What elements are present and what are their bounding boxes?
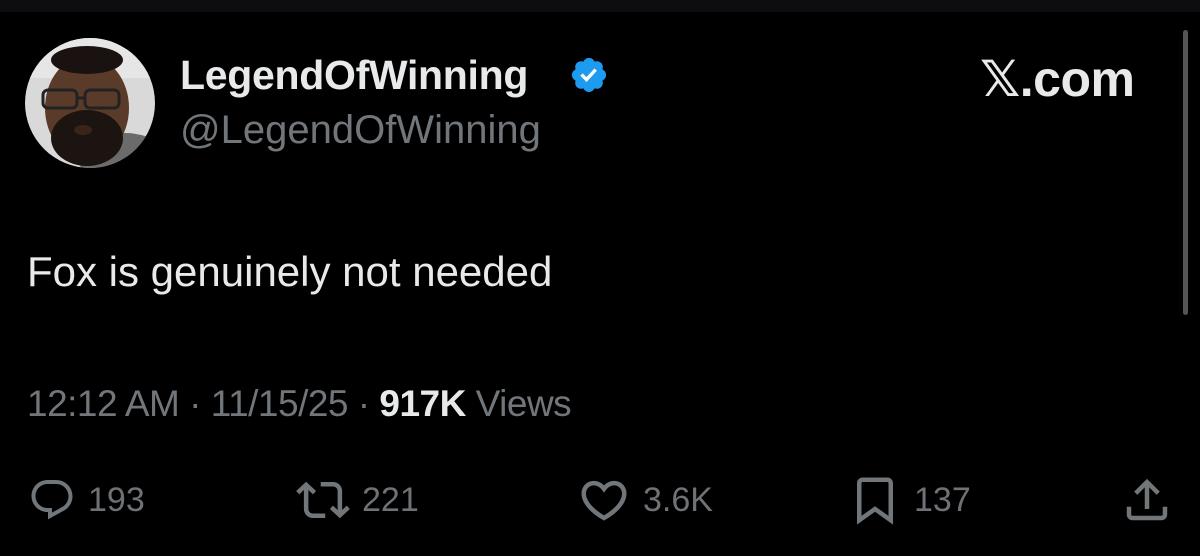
tweet-date[interactable]: 11/15/25 [211,383,349,424]
heart-icon [581,480,627,521]
share-icon [1126,478,1168,521]
meta-separator: · [189,383,201,424]
tweet-meta: 12:12 AM · 11/15/25 · 917K Views [27,383,572,425]
verified-badge-icon [571,57,607,93]
tweet-time[interactable]: 12:12 AM [27,383,180,424]
reply-button[interactable]: 193 [28,472,145,528]
bookmark-count: 137 [914,480,971,519]
share-button[interactable] [1120,472,1174,528]
views-label: Views [475,383,572,424]
bookmark-button[interactable]: 137 [848,472,971,528]
views-count: 917K [379,383,466,424]
like-button[interactable]: 3.6K [577,472,713,528]
avatar-image [25,38,155,168]
avatar[interactable] [25,38,155,168]
like-count: 3.6K [643,480,713,519]
reply-icon [31,480,73,520]
tweet-text: Fox is genuinely not needed [27,248,553,295]
top-bar [0,0,1200,12]
author-display-name[interactable]: LegendOfWinning [180,52,528,99]
bookmark-icon [857,477,893,525]
brand-watermark: 𝕏.com [980,51,1135,107]
retweet-button[interactable]: 221 [296,472,419,528]
retweet-icon [296,481,350,519]
meta-separator: · [357,383,370,424]
retweet-count: 221 [362,480,419,519]
reply-count: 193 [88,480,145,519]
action-bar: 193 221 3.6K 137 [0,472,1200,532]
scrollbar[interactable] [1183,30,1188,315]
author-handle[interactable]: @LegendOfWinning [180,108,541,153]
